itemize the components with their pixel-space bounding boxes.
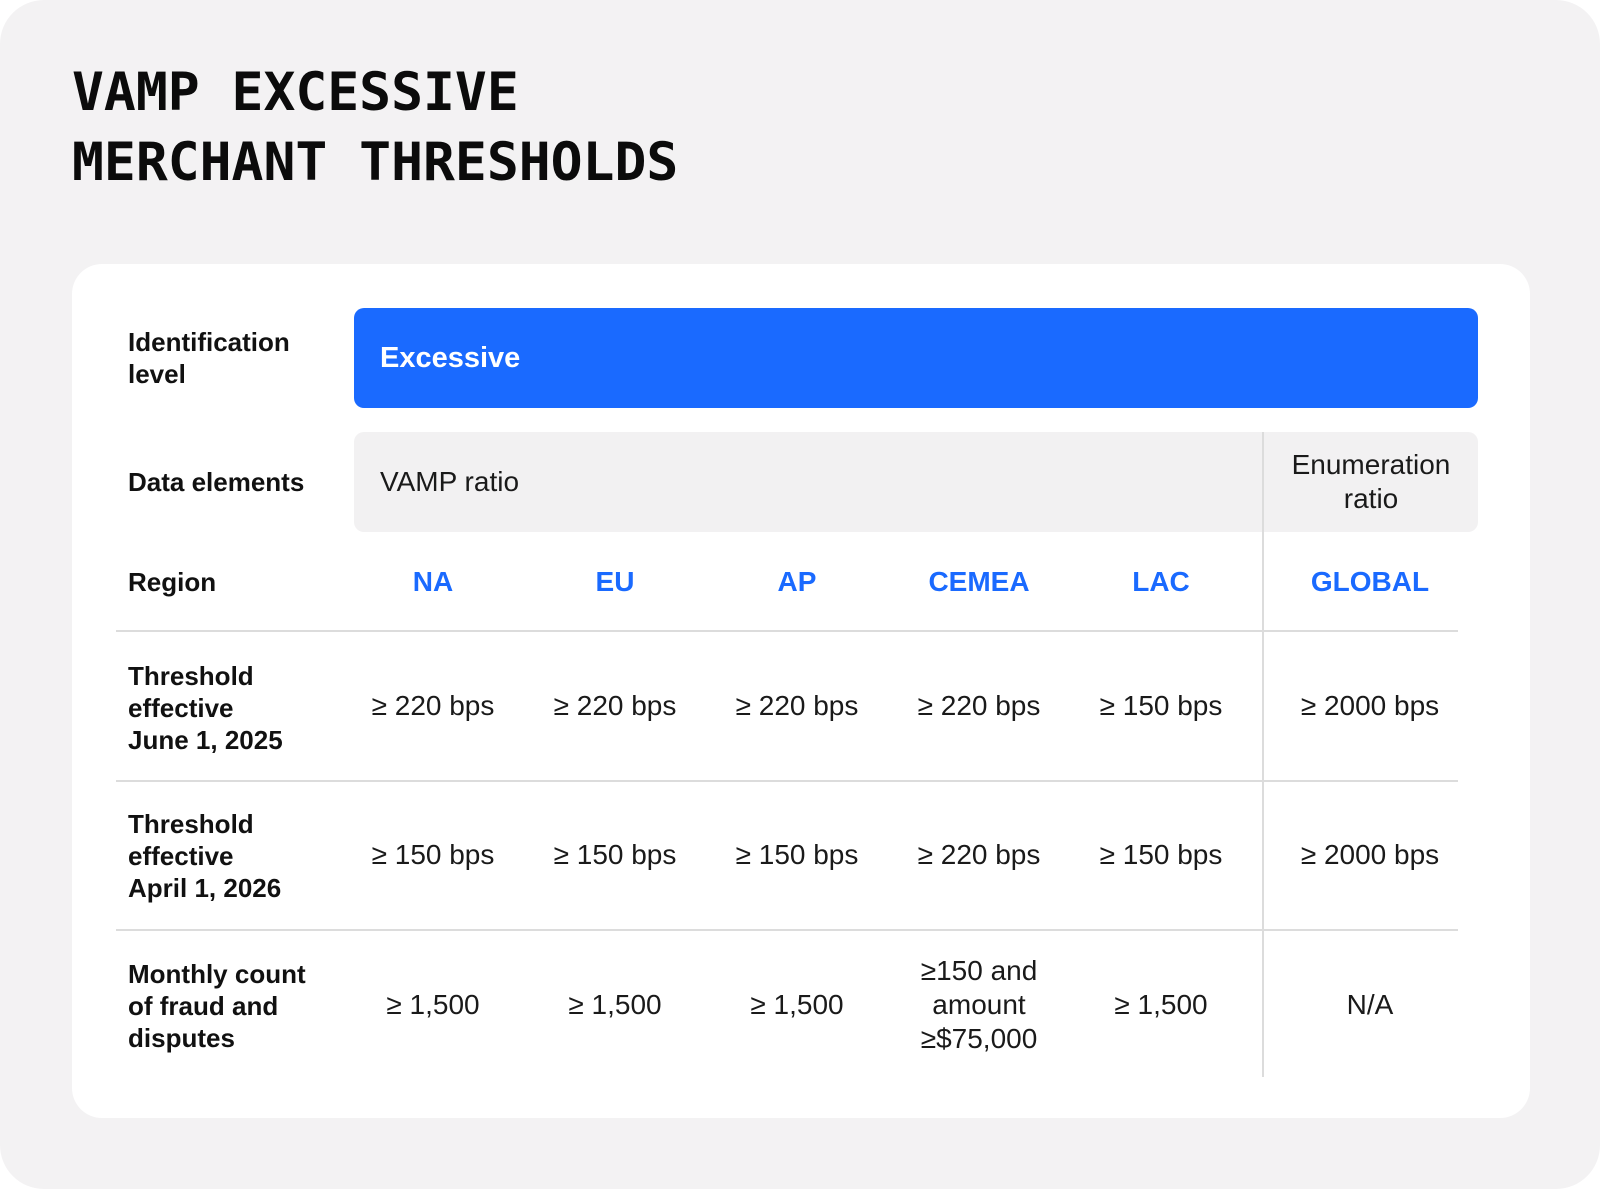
threshold-june-2025-ap: ≥ 220 bps: [735, 690, 859, 721]
threshold-april-2026-lac: ≥ 150 bps: [1099, 839, 1223, 870]
monthly-count-label-line: Monthly count: [128, 959, 306, 989]
threshold-april-2026-label-line: Threshold: [128, 809, 254, 839]
page-background: VAMP EXCESSIVE MERCHANT THRESHOLDS Ident…: [0, 0, 1600, 1189]
threshold-june-2025-label: Threshold effective June 1, 2025: [128, 660, 283, 756]
thresholds-table-card: Identification level Excessive Data elem…: [72, 264, 1530, 1118]
data-elements-label: Data elements: [128, 467, 305, 497]
threshold-april-2026-na: ≥ 150 bps: [371, 839, 495, 870]
threshold-april-2026-eu: ≥ 150 bps: [553, 839, 677, 870]
vamp-ratio-label: VAMP ratio: [380, 466, 520, 497]
identification-level-bar: Excessive: [354, 308, 1478, 408]
identification-level-label: Identification level: [128, 327, 290, 389]
threshold-june-2025-label-line: Threshold: [128, 661, 254, 691]
threshold-june-2025-eu: ≥ 220 bps: [553, 690, 677, 721]
enumeration-ratio-label: Enumeration ratio: [1262, 432, 1478, 532]
region-cemea: CEMEA: [928, 566, 1030, 597]
region-label: Region: [128, 567, 217, 597]
threshold-april-2026-global: ≥ 2000 bps: [1300, 839, 1440, 870]
threshold-june-2025-label-line: June 1, 2025: [128, 725, 283, 755]
monthly-count-label-line: of fraud and: [128, 991, 279, 1021]
threshold-april-2026-cemea: ≥ 220 bps: [917, 839, 1041, 870]
region-global: GLOBAL: [1310, 566, 1430, 597]
identification-level-value: Excessive: [380, 341, 521, 374]
monthly-count-global: N/A: [1346, 989, 1394, 1020]
global-column-divider: [1262, 532, 1264, 1077]
region-ap: AP: [777, 566, 817, 597]
threshold-june-2025-na: ≥ 220 bps: [371, 690, 495, 721]
monthly-count-eu: ≥ 1,500: [568, 989, 662, 1020]
region-na: NA: [412, 566, 454, 597]
region-eu: EU: [595, 566, 635, 597]
monthly-count-label-line: disputes: [128, 1023, 235, 1053]
threshold-april-2026-label-line: effective: [128, 841, 234, 871]
monthly-count-na: ≥ 1,500: [386, 989, 480, 1020]
threshold-june-2025-label-line: effective: [128, 693, 234, 723]
threshold-june-2025-global: ≥ 2000 bps: [1300, 690, 1440, 721]
region-lac: LAC: [1132, 566, 1190, 597]
threshold-june-2025-lac: ≥ 150 bps: [1099, 690, 1223, 721]
threshold-april-2026-label: Threshold effective April 1, 2026: [128, 808, 281, 904]
threshold-april-2026-ap: ≥ 150 bps: [735, 839, 859, 870]
monthly-count-ap: ≥ 1,500: [750, 989, 844, 1020]
page-title-line-1: VAMP EXCESSIVE: [72, 62, 519, 123]
monthly-count-cemea: ≥150 and amount ≥$75,000: [920, 955, 1038, 1054]
threshold-april-2026-label-line: April 1, 2026: [128, 873, 282, 903]
page-title-line-2: MERCHANT THRESHOLDS: [72, 132, 679, 193]
threshold-june-2025-cemea: ≥ 220 bps: [917, 690, 1041, 721]
monthly-count-lac: ≥ 1,500: [1114, 989, 1208, 1020]
page-title: VAMP EXCESSIVE MERCHANT THRESHOLDS: [72, 58, 678, 198]
monthly-count-label: Monthly count of fraud and disputes: [128, 958, 306, 1054]
data-elements-bar: VAMP ratio Enumeration ratio: [354, 432, 1478, 532]
